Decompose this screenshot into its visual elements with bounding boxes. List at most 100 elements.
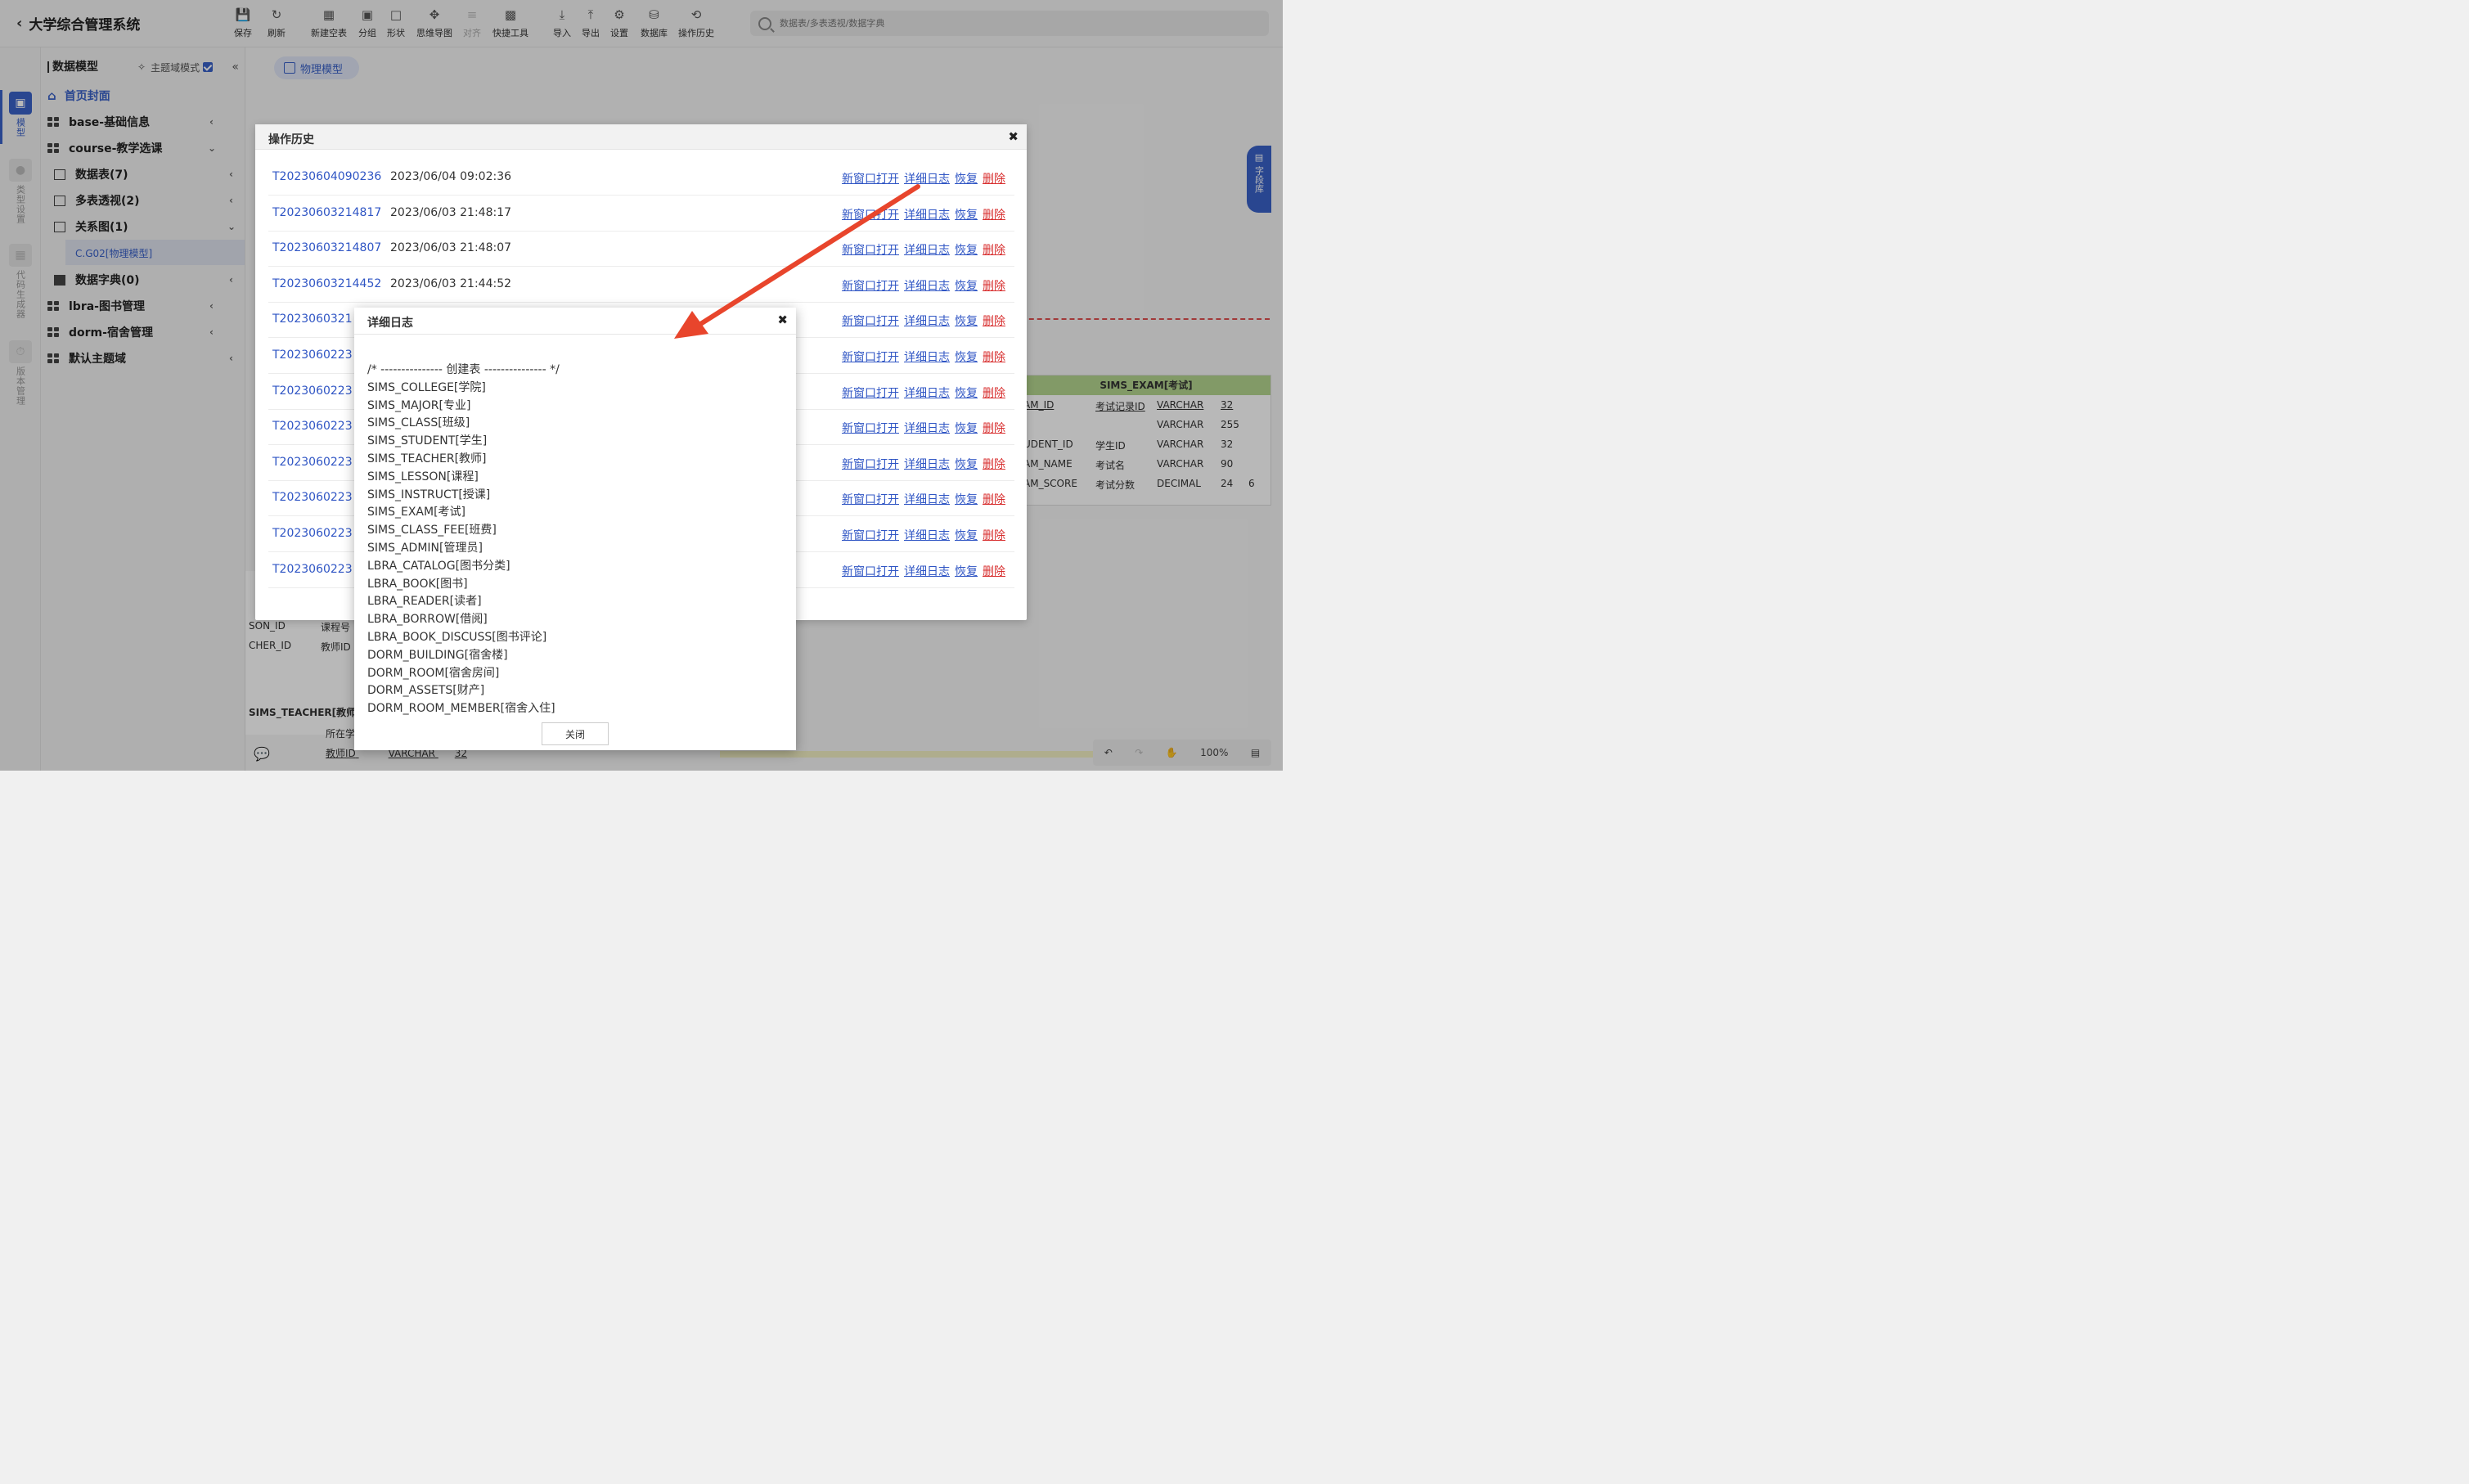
open-new-window-link[interactable]: 新窗口打开 <box>842 527 899 543</box>
log-line: SIMS_COLLEGE[学院] <box>367 380 486 394</box>
log-line: DORM_ROOM[宿舍房间] <box>367 666 500 680</box>
log-line: SIMS_INSTRUCT[授课] <box>367 488 491 501</box>
history-id-link[interactable]: T2023060223 <box>272 563 353 576</box>
detail-log-title: 详细日志 <box>367 317 413 330</box>
restore-link[interactable]: 恢复 <box>955 563 978 579</box>
detail-log-link[interactable]: 详细日志 <box>904 456 950 472</box>
history-actions: 新窗口打开 详细日志 恢复 删除 <box>842 384 1005 401</box>
detail-log-link[interactable]: 详细日志 <box>904 170 950 187</box>
detail-log-header: 详细日志 ✖ <box>354 308 796 335</box>
history-actions: 新窗口打开 详细日志 恢复 删除 <box>842 349 1005 365</box>
detail-log-content: /* --------------- 创建表 --------------- *… <box>367 362 785 718</box>
delete-link[interactable]: 删除 <box>983 384 1005 401</box>
restore-link[interactable]: 恢复 <box>955 313 978 329</box>
open-new-window-link[interactable]: 新窗口打开 <box>842 491 899 507</box>
history-actions: 新窗口打开 详细日志 恢复 删除 <box>842 277 1005 294</box>
history-actions: 新窗口打开 详细日志 恢复 删除 <box>842 456 1005 472</box>
delete-link[interactable]: 删除 <box>983 170 1005 187</box>
log-line: LBRA_CATALOG[图书分类] <box>367 559 510 573</box>
restore-link[interactable]: 恢复 <box>955 206 978 223</box>
restore-link[interactable]: 恢复 <box>955 456 978 472</box>
history-id-link[interactable]: T2023060223 <box>272 384 353 398</box>
detail-log-link[interactable]: 详细日志 <box>904 241 950 258</box>
history-actions: 新窗口打开 详细日志 恢复 删除 <box>842 420 1005 436</box>
log-line: SIMS_CLASS_FEE[班费] <box>367 524 497 537</box>
history-id-link[interactable]: T20230603214807 <box>272 241 381 254</box>
log-line: SIMS_ADMIN[管理员] <box>367 541 483 555</box>
delete-link[interactable]: 删除 <box>983 563 1005 579</box>
log-line: /* --------------- 创建表 --------------- *… <box>367 363 560 376</box>
restore-link[interactable]: 恢复 <box>955 170 978 187</box>
restore-link[interactable]: 恢复 <box>955 241 978 258</box>
detail-log-link[interactable]: 详细日志 <box>904 206 950 223</box>
history-actions: 新窗口打开 详细日志 恢复 删除 <box>842 241 1005 258</box>
detail-log-link[interactable]: 详细日志 <box>904 277 950 294</box>
history-row: T20230604090236 2023/06/04 09:02:36 新窗口打开详… <box>268 160 1014 196</box>
history-dialog-title: 操作历史 <box>268 133 314 146</box>
detail-log-link[interactable]: 详细日志 <box>904 313 950 329</box>
open-new-window-link[interactable]: 新窗口打开 <box>842 277 899 294</box>
detail-log-link[interactable]: 详细日志 <box>904 384 950 401</box>
open-new-window-link[interactable]: 新窗口打开 <box>842 206 899 223</box>
open-new-window-link[interactable]: 新窗口打开 <box>842 384 899 401</box>
history-id-link[interactable]: T20230603214817 <box>272 206 381 219</box>
detail-log-link[interactable]: 详细日志 <box>904 349 950 365</box>
log-line: SIMS_LESSON[课程] <box>367 470 479 483</box>
open-new-window-link[interactable]: 新窗口打开 <box>842 170 899 187</box>
delete-link[interactable]: 删除 <box>983 277 1005 294</box>
history-id-link[interactable]: T2023060321 <box>272 313 353 326</box>
history-time: 2023/06/03 21:44:52 <box>390 277 512 290</box>
history-id-link[interactable]: T2023060223 <box>272 349 353 362</box>
close-icon[interactable]: ✖ <box>1008 129 1019 144</box>
delete-link[interactable]: 删除 <box>983 527 1005 543</box>
log-line: SIMS_MAJOR[专业] <box>367 398 471 412</box>
history-row: T20230603214817 2023/06/03 21:48:17 新窗口打开详… <box>268 196 1014 232</box>
log-line: SIMS_EXAM[考试] <box>367 506 465 519</box>
history-id-link[interactable]: T2023060223 <box>272 527 353 540</box>
history-actions: 新窗口打开 详细日志 恢复 删除 <box>842 563 1005 579</box>
log-line: LBRA_BOOK[图书] <box>367 577 468 591</box>
restore-link[interactable]: 恢复 <box>955 349 978 365</box>
history-id-link[interactable]: T20230604090236 <box>272 170 381 183</box>
delete-link[interactable]: 删除 <box>983 456 1005 472</box>
open-new-window-link[interactable]: 新窗口打开 <box>842 420 899 436</box>
history-actions: 新窗口打开 详细日志 恢复 删除 <box>842 170 1005 187</box>
open-new-window-link[interactable]: 新窗口打开 <box>842 456 899 472</box>
restore-link[interactable]: 恢复 <box>955 527 978 543</box>
history-row: T20230603214452 2023/06/03 21:44:52 新窗口打开详… <box>268 267 1014 303</box>
log-line: SIMS_TEACHER[教师] <box>367 452 487 465</box>
history-id-link[interactable]: T2023060223 <box>272 420 353 433</box>
delete-link[interactable]: 删除 <box>983 313 1005 329</box>
delete-link[interactable]: 删除 <box>983 349 1005 365</box>
history-time: 2023/06/03 21:48:07 <box>390 241 512 255</box>
log-line: DORM_ASSETS[财产] <box>367 684 485 698</box>
delete-link[interactable]: 删除 <box>983 241 1005 258</box>
delete-link[interactable]: 删除 <box>983 420 1005 436</box>
open-new-window-link[interactable]: 新窗口打开 <box>842 313 899 329</box>
history-id-link[interactable]: T2023060223 <box>272 456 353 469</box>
close-icon[interactable]: ✖ <box>777 313 788 327</box>
detail-log-link[interactable]: 详细日志 <box>904 491 950 507</box>
history-time: 2023/06/03 21:48:17 <box>390 205 512 219</box>
detail-log-link[interactable]: 详细日志 <box>904 527 950 543</box>
history-id-link[interactable]: T2023060223 <box>272 491 353 504</box>
restore-link[interactable]: 恢复 <box>955 420 978 436</box>
restore-link[interactable]: 恢复 <box>955 491 978 507</box>
detail-log-link[interactable]: 详细日志 <box>904 563 950 579</box>
delete-link[interactable]: 删除 <box>983 206 1005 223</box>
history-id-link[interactable]: T20230603214452 <box>272 277 381 290</box>
close-button[interactable]: 关闭 <box>542 722 609 745</box>
restore-link[interactable]: 恢复 <box>955 384 978 401</box>
delete-link[interactable]: 删除 <box>983 491 1005 507</box>
open-new-window-link[interactable]: 新窗口打开 <box>842 241 899 258</box>
detail-log-link[interactable]: 详细日志 <box>904 420 950 436</box>
history-actions: 新窗口打开 详细日志 恢复 删除 <box>842 527 1005 543</box>
log-line: LBRA_READER[读者] <box>367 595 482 609</box>
detail-log-dialog: 详细日志 ✖ /* --------------- 创建表 ----------… <box>354 308 796 750</box>
log-line: SIMS_CLASS[班级] <box>367 416 470 430</box>
open-new-window-link[interactable]: 新窗口打开 <box>842 563 899 579</box>
open-new-window-link[interactable]: 新窗口打开 <box>842 349 899 365</box>
restore-link[interactable]: 恢复 <box>955 277 978 294</box>
history-actions: 新窗口打开 详细日志 恢复 删除 <box>842 313 1005 329</box>
history-actions: 新窗口打开 详细日志 恢复 删除 <box>842 491 1005 507</box>
